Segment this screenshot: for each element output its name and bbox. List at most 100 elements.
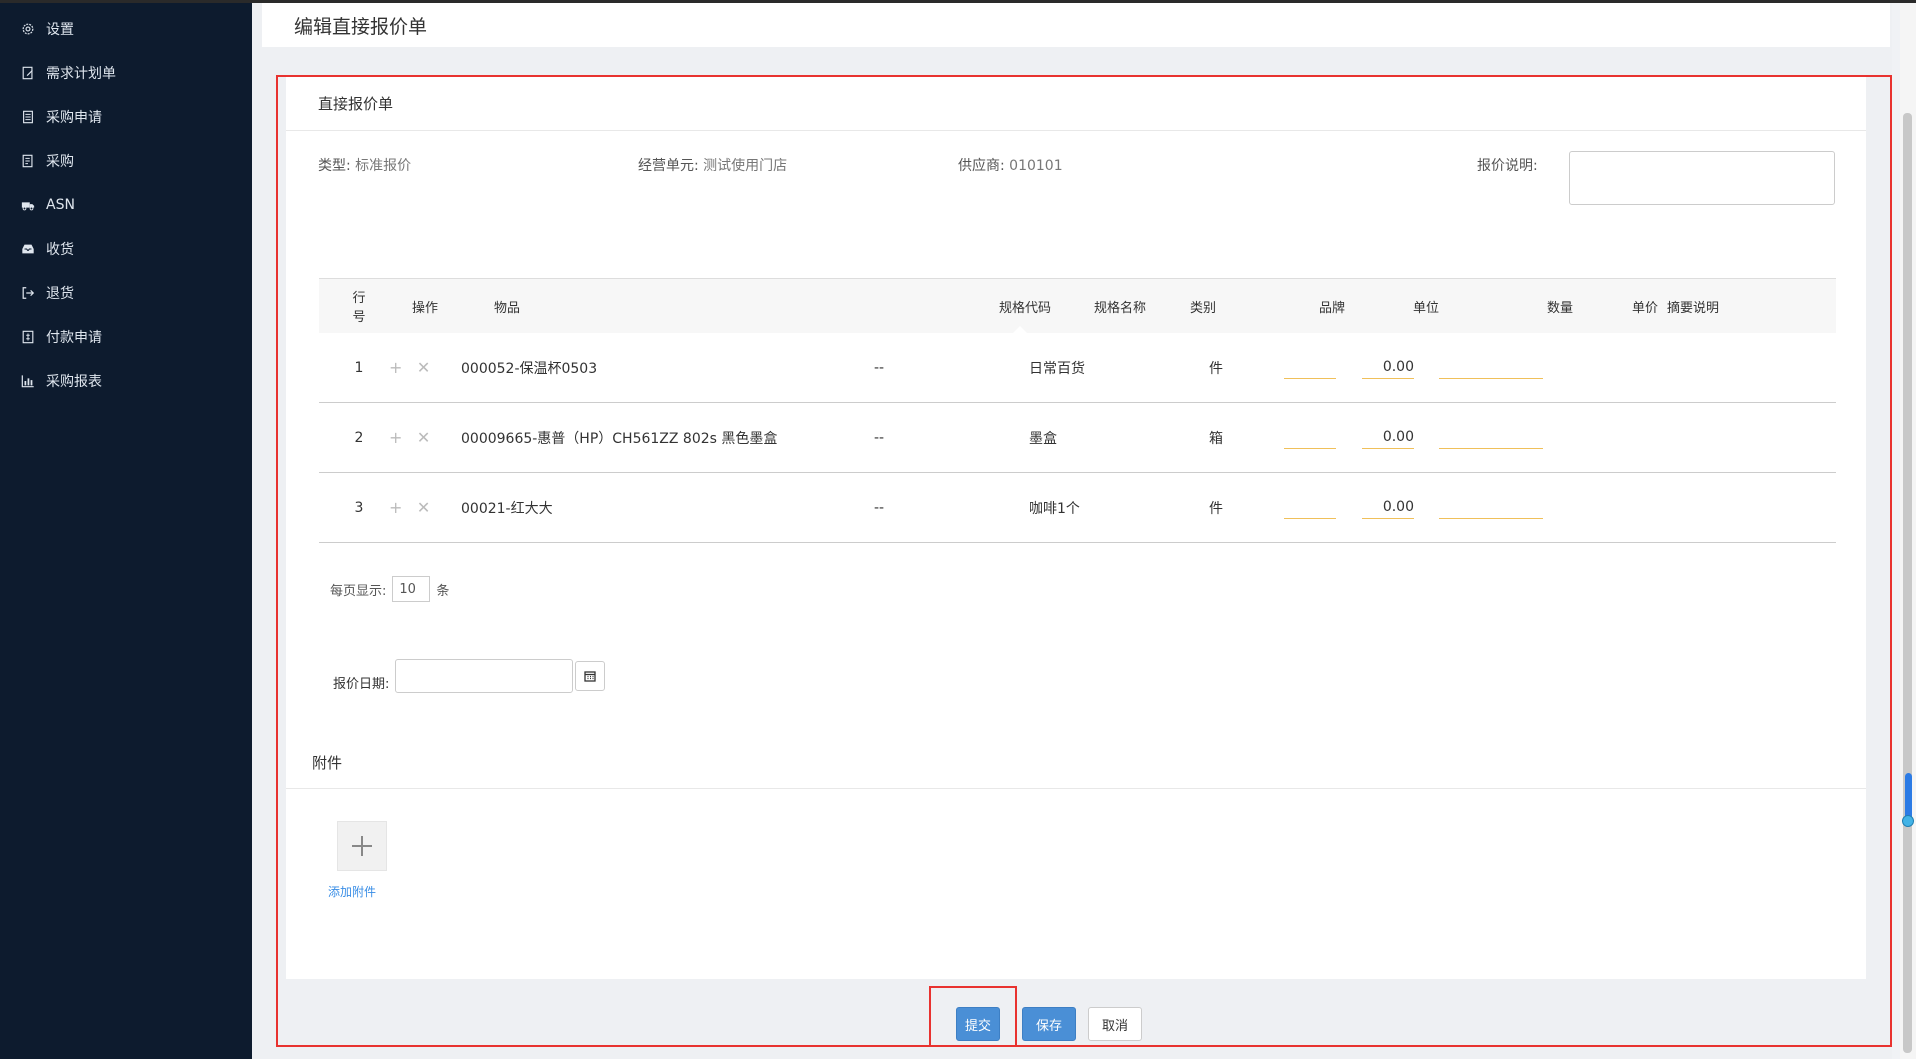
col-header-desc: 摘要说明: [1667, 300, 1720, 316]
sidebar-item-label: 采购报表: [46, 374, 102, 390]
submit-button[interactable]: 提交: [956, 1007, 1000, 1041]
row-ops: + ✕: [389, 358, 440, 377]
sidebar-item-purchase-report[interactable]: 采购报表: [0, 359, 252, 403]
add-attachment-button[interactable]: [337, 821, 387, 871]
remark-label: 报价说明:: [1477, 158, 1538, 174]
sidebar-item-receiving[interactable]: 收货: [0, 227, 252, 271]
add-row-icon[interactable]: +: [389, 358, 402, 377]
col-header-qty: 数量: [1547, 300, 1574, 316]
sidebar-item-label: ASN: [46, 197, 75, 213]
col-header-spec-name: 规格名称: [1094, 300, 1147, 316]
business-unit-value: 测试使用门店: [703, 158, 788, 174]
sidebar-item-label: 需求计划单: [46, 66, 116, 82]
doc-icon: [20, 109, 36, 125]
remove-row-icon[interactable]: ✕: [417, 428, 430, 447]
quote-date-label: 报价日期:: [333, 676, 390, 692]
file-dollar-icon: [20, 329, 36, 345]
col-header-no: 行号: [352, 291, 366, 325]
sidebar-item-payment-request[interactable]: 付款申请: [0, 315, 252, 359]
remark-textarea[interactable]: [1569, 151, 1835, 205]
desc-input[interactable]: [1439, 426, 1543, 449]
row-no: 3: [354, 499, 364, 516]
col-header-price: 单价: [1632, 300, 1659, 316]
qty-input[interactable]: [1284, 356, 1336, 379]
page-size-prefix: 每页显示:: [330, 583, 387, 599]
table-row: 1 + ✕ 000052-保温杯0503 -- 日常百货 件: [319, 333, 1836, 403]
cancel-button[interactable]: 取消: [1088, 1007, 1142, 1041]
sidebar-item-purchase-request[interactable]: 采购申请: [0, 95, 252, 139]
business-unit-label: 经营单元:: [638, 158, 699, 174]
items-table: 行号 操作 物品 规格代码 规格名称 类别 品牌 单位 数量 单价 摘要说明 1…: [319, 278, 1836, 543]
price-input[interactable]: [1362, 356, 1414, 379]
row-spec-code: --: [874, 429, 885, 446]
page-size-input[interactable]: 10: [392, 576, 431, 602]
bar-chart-icon: [20, 373, 36, 389]
remove-row-icon[interactable]: ✕: [417, 358, 430, 377]
qty-input[interactable]: [1284, 426, 1336, 449]
quote-date-input[interactable]: [395, 659, 574, 693]
sidebar-item-purchase[interactable]: 采购: [0, 139, 252, 183]
type-field: 类型: 标准报价: [318, 155, 411, 175]
row-category: 日常百货: [1029, 360, 1085, 377]
gear-icon: [20, 21, 36, 37]
card-title: 直接报价单: [286, 77, 1866, 131]
row-unit: 箱: [1209, 430, 1223, 447]
supplier-label: 供应商:: [958, 158, 1005, 174]
row-unit: 件: [1209, 360, 1223, 377]
quote-form-card: 直接报价单 类型: 标准报价 经营单元: 测试使用门店 供应商: 010101 …: [286, 77, 1866, 979]
add-row-icon[interactable]: +: [389, 428, 402, 447]
row-ops: + ✕: [389, 498, 440, 517]
sidebar-item-label: 采购申请: [46, 110, 102, 126]
col-header-spec-code: 规格代码: [999, 300, 1052, 316]
supplier-field: 供应商: 010101: [958, 155, 1063, 175]
calendar-button[interactable]: [575, 661, 606, 691]
price-input[interactable]: [1362, 426, 1414, 449]
scroll-thumb[interactable]: [1903, 113, 1912, 1053]
qty-input[interactable]: [1284, 496, 1336, 519]
row-ops: + ✕: [389, 428, 440, 447]
page-size-control: 每页显示: 10 条: [330, 576, 449, 602]
row-item: 00009665-惠普（HP）CH561ZZ 802s 黑色墨盒: [461, 430, 778, 447]
price-input[interactable]: [1362, 496, 1414, 519]
sidebar-item-asn[interactable]: ASN: [0, 183, 252, 227]
row-item: 00021-红大大: [461, 500, 553, 517]
truck-icon: [20, 197, 36, 213]
vertical-scrollbar[interactable]: [1900, 3, 1916, 1059]
sidebar-item-returns[interactable]: 退货: [0, 271, 252, 315]
row-no: 2: [354, 429, 364, 446]
page-title: 编辑直接报价单: [294, 15, 428, 38]
save-button[interactable]: 保存: [1022, 1007, 1076, 1041]
row-category: 墨盒: [1029, 430, 1057, 447]
row-unit: 件: [1209, 500, 1223, 517]
row-spec-code: --: [874, 359, 885, 376]
desc-input[interactable]: [1439, 356, 1543, 379]
sidebar-item-label: 退货: [46, 286, 74, 302]
remove-row-icon[interactable]: ✕: [417, 498, 430, 517]
table-row: 3 + ✕ 00021-红大大 -- 咖啡1个 件: [319, 473, 1836, 543]
add-attachment-link[interactable]: 添加附件: [328, 883, 376, 900]
list-doc-icon: [20, 153, 36, 169]
col-header-item: 物品: [494, 300, 521, 316]
sidebar-item-label: 采购: [46, 154, 74, 170]
plus-icon: [352, 836, 372, 856]
sidebar-item-label: 设置: [46, 22, 74, 38]
row-category: 咖啡1个: [1029, 500, 1080, 517]
row-spec-code: --: [874, 499, 885, 516]
attachments-title: 附件: [286, 737, 1866, 789]
sidebar-item-demand-plan[interactable]: 需求计划单: [0, 51, 252, 95]
scroll-knob[interactable]: [1902, 815, 1914, 827]
col-header-brand: 品牌: [1319, 300, 1346, 316]
sign-out-icon: [20, 285, 36, 301]
row-no: 1: [354, 359, 364, 376]
inbox-icon: [20, 241, 36, 257]
supplier-value: 010101: [1009, 158, 1063, 174]
quote-date-field: 报价日期:: [333, 659, 606, 693]
add-row-icon[interactable]: +: [389, 498, 402, 517]
calendar-icon: [584, 671, 597, 682]
sidebar: 设置 需求计划单 采购申请 采购 ASN 收货 退货 付款申请 采购报表: [0, 3, 252, 1059]
sidebar-item-label: 收货: [46, 242, 74, 258]
edit-doc-icon: [20, 65, 36, 81]
table-header: 行号 操作 物品 规格代码 规格名称 类别 品牌 单位 数量 单价 摘要说明: [319, 279, 1836, 334]
desc-input[interactable]: [1439, 496, 1543, 519]
sidebar-item-settings[interactable]: 设置: [0, 7, 252, 51]
